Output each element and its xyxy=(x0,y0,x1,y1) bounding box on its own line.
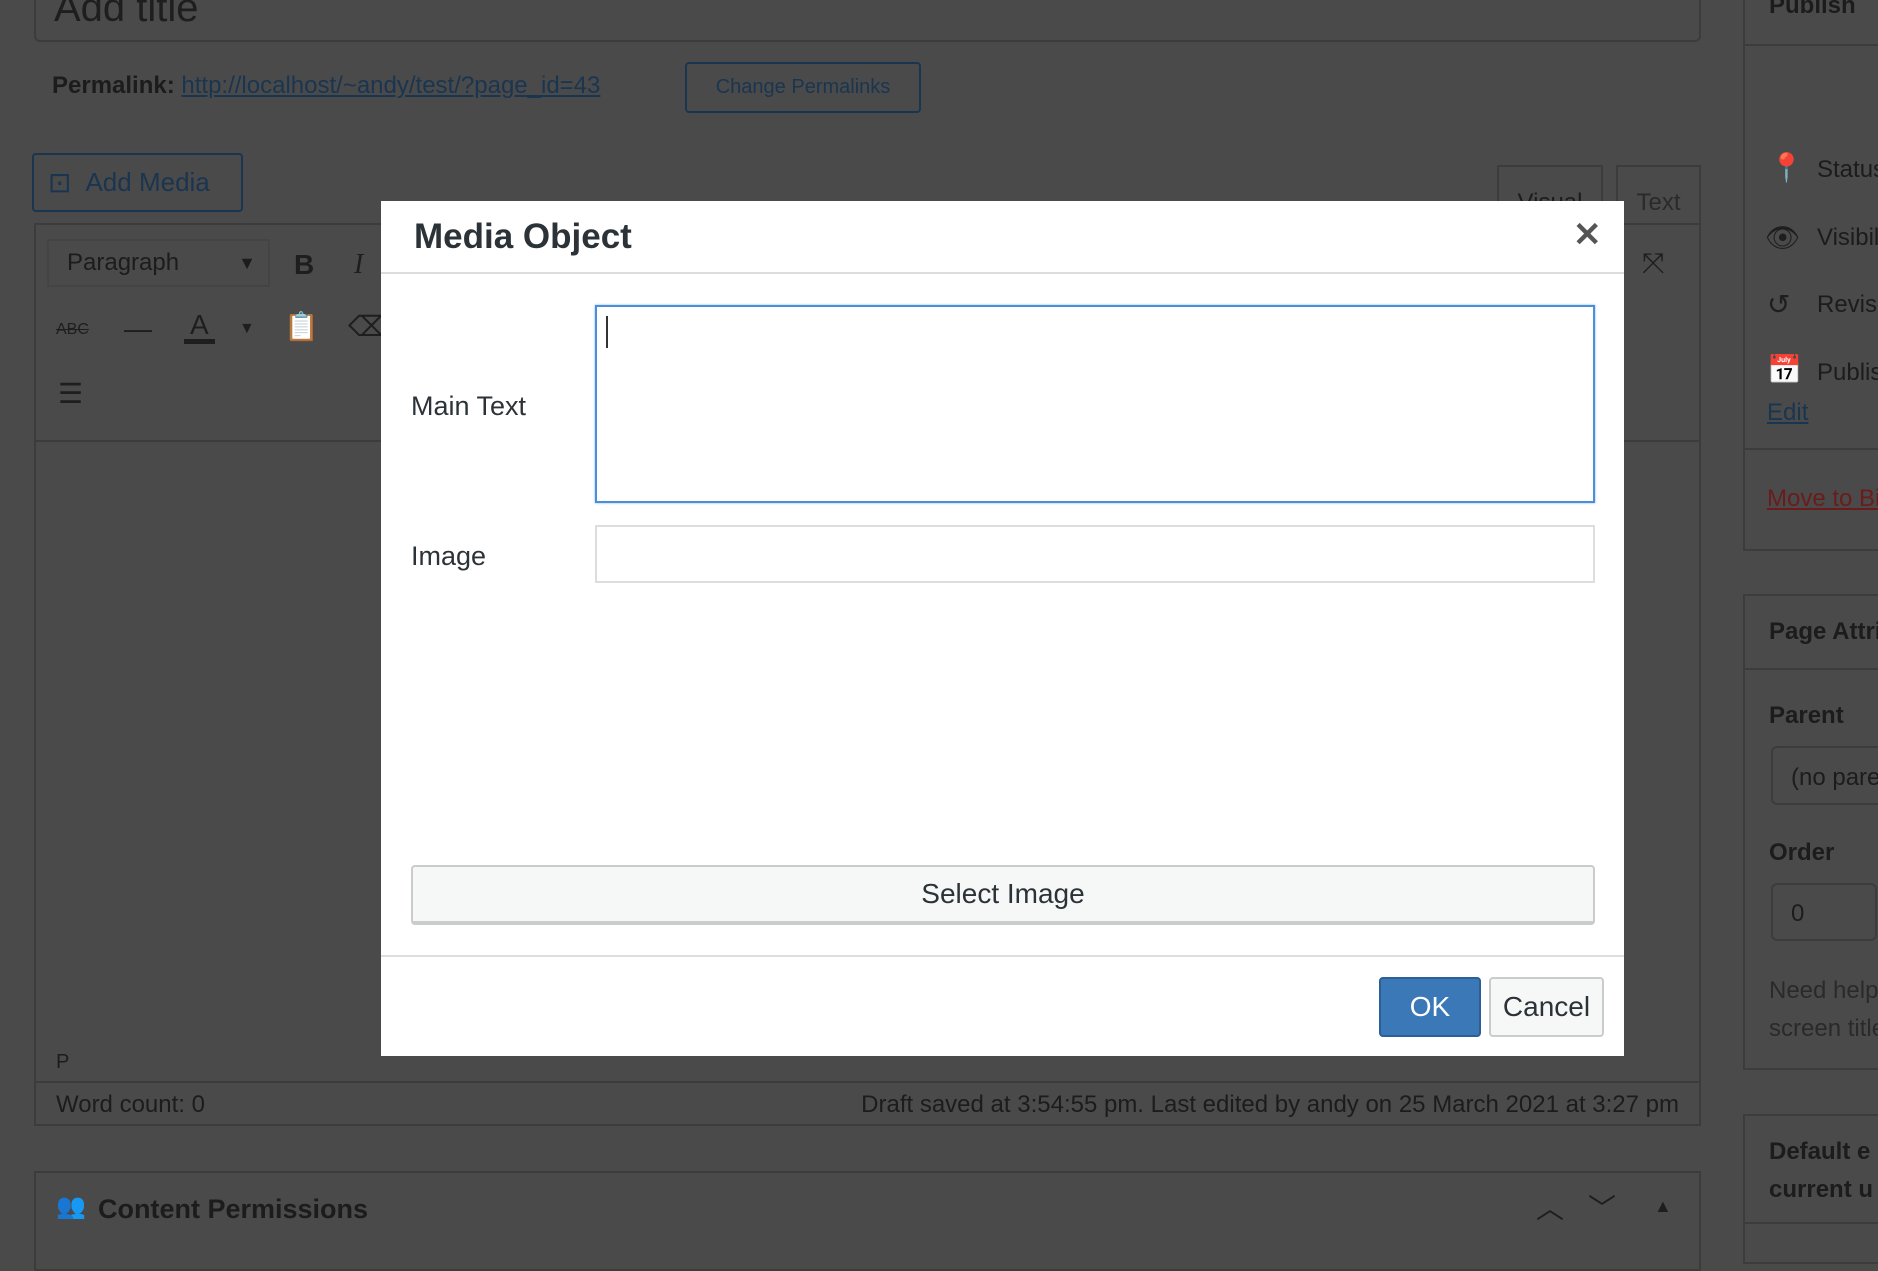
text-cursor xyxy=(606,316,608,348)
move-down-icon[interactable]: ﹀ xyxy=(1588,1195,1616,1223)
page-attributes-box: Page Attributes Parent (no parent) Order… xyxy=(1743,594,1878,1070)
horizontal-line-icon[interactable]: — xyxy=(124,315,152,343)
tab-text[interactable]: Text xyxy=(1616,165,1701,223)
cancel-button[interactable]: Cancel xyxy=(1489,977,1604,1037)
divider xyxy=(1745,44,1878,46)
publish-label: Publish xyxy=(1817,359,1878,386)
word-count: Word count: 0 xyxy=(56,1091,205,1118)
history-icon: ↺ xyxy=(1767,289,1791,320)
permalink-row: Permalink: http://localhost/~andy/test/?… xyxy=(52,72,600,100)
dialog-title: Media Object xyxy=(414,217,632,256)
calendar-icon: 📅 xyxy=(1767,354,1802,385)
status-label: Status xyxy=(1817,156,1878,183)
bold-icon[interactable]: B xyxy=(294,251,314,279)
page-attributes-title: Page Attributes xyxy=(1769,618,1878,645)
ok-button[interactable]: OK xyxy=(1379,977,1481,1037)
editor-path: P xyxy=(56,1051,70,1073)
publish-title: Publish xyxy=(1769,0,1856,19)
text-color-dropdown-icon[interactable]: ▼ xyxy=(239,321,255,337)
permalink-label: Permalink: xyxy=(52,72,175,99)
pin-icon: 📍 xyxy=(1769,152,1804,183)
fullscreen-icon[interactable]: ⤧ xyxy=(1642,249,1664,277)
visibility-label: Visibility xyxy=(1817,224,1878,251)
revisions-label: Revisions xyxy=(1817,291,1878,318)
format-select-value: Paragraph xyxy=(67,249,180,276)
title-placeholder: Add title xyxy=(54,0,199,30)
select-image-button[interactable]: Select Image xyxy=(411,865,1595,925)
title-input[interactable]: Add title xyxy=(34,0,1701,42)
save-status: Draft saved at 3:54:55 pm. Last edited b… xyxy=(861,1091,1679,1118)
order-label: Order xyxy=(1769,839,1835,866)
text-color-icon[interactable]: A xyxy=(184,311,215,344)
eye-icon: 👁 xyxy=(1765,222,1801,253)
divider xyxy=(1745,448,1878,450)
paste-text-icon[interactable]: 📋 xyxy=(284,313,319,341)
dialog-footer-divider xyxy=(381,955,1624,957)
help-text-1: Need help? xyxy=(1769,977,1878,1004)
close-icon[interactable]: ✕ xyxy=(1573,215,1602,255)
collapse-icon[interactable]: ▲ xyxy=(1654,1197,1672,1215)
help-text-2: screen title xyxy=(1769,1015,1878,1042)
italic-icon[interactable]: I xyxy=(354,251,363,279)
default-box: Default e current u xyxy=(1743,1114,1878,1264)
media-object-dialog: Media Object ✕ Main Text Image Select Im… xyxy=(381,201,1624,1056)
format-select[interactable]: Paragraph ▼ xyxy=(47,239,270,287)
content-permissions-box: 👥 Content Permissions ︿ ﹀ ▲ xyxy=(34,1171,1701,1271)
toolbar-toggle-icon[interactable]: ☰ xyxy=(58,380,83,408)
divider xyxy=(1745,668,1878,670)
image-label: Image xyxy=(411,541,487,571)
media-icon: ⊡ xyxy=(48,167,72,198)
strikethrough-icon[interactable]: ABC xyxy=(56,322,89,338)
content-permissions-title: Content Permissions xyxy=(98,1194,369,1224)
chevron-down-icon: ▼ xyxy=(238,252,256,273)
divider xyxy=(1745,1222,1878,1224)
publish-box: Publish 📍 Status 👁 Visibility ↺ Revision… xyxy=(1743,0,1878,551)
default-title-2: current u xyxy=(1769,1176,1874,1203)
permalink-link[interactable]: http://localhost/~andy/test/?page_id=43 xyxy=(181,72,600,99)
main-text-textarea[interactable] xyxy=(595,305,1595,503)
change-permalinks-button[interactable]: Change Permalinks xyxy=(685,62,921,113)
order-input[interactable]: 0 xyxy=(1771,883,1877,941)
add-media-label: Add Media xyxy=(85,167,210,197)
move-to-bin-link[interactable]: Move to Bin xyxy=(1767,485,1878,513)
edit-publish-link[interactable]: Edit xyxy=(1767,399,1808,427)
parent-select[interactable]: (no parent) xyxy=(1771,746,1878,805)
image-input[interactable] xyxy=(595,525,1595,583)
default-title-1: Default e xyxy=(1769,1138,1871,1165)
move-up-icon[interactable]: ︿ xyxy=(1536,1195,1564,1223)
main-text-label: Main Text xyxy=(411,391,527,421)
add-media-button[interactable]: ⊡ Add Media xyxy=(32,153,243,212)
users-icon: 👥 xyxy=(56,1193,86,1220)
parent-label: Parent xyxy=(1769,702,1844,729)
